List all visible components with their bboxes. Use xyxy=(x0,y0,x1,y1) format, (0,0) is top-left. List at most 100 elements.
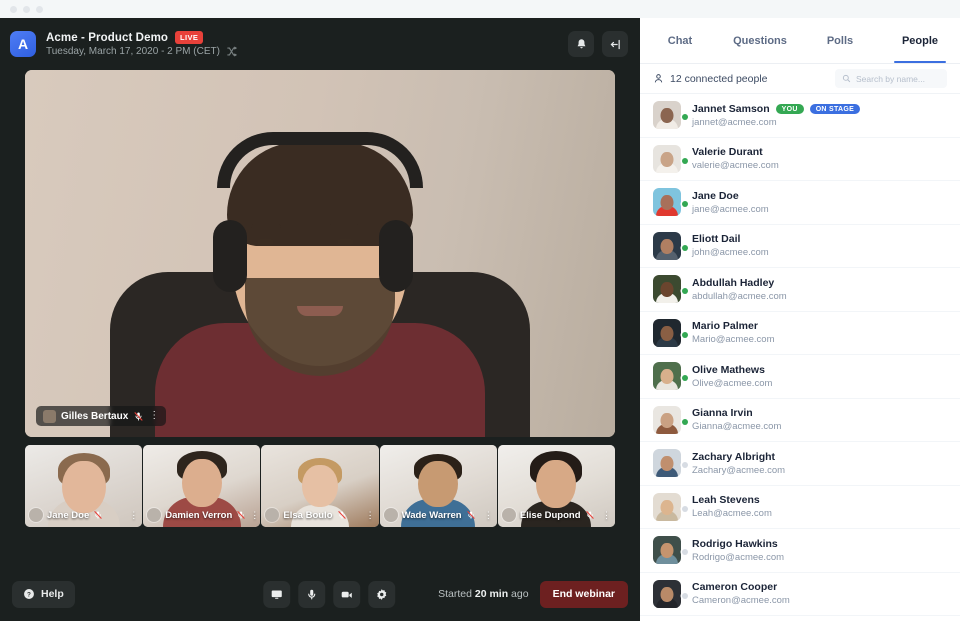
person-email: Olive@acmee.com xyxy=(692,377,773,389)
mic-muted-icon xyxy=(134,411,143,421)
search-input[interactable] xyxy=(856,73,940,84)
list-item[interactable]: Leah Stevens Leah@acmee.com xyxy=(640,486,960,529)
avatar xyxy=(653,492,688,521)
list-item[interactable]: Zachary Albright Zachary@acmee.com xyxy=(640,442,960,486)
list-item[interactable]: Rodrigo Hawkins Rodrigo@acmee.com xyxy=(640,529,960,573)
list-item[interactable]: Olive Mathews Olive@acmee.com xyxy=(640,355,960,399)
gear-icon xyxy=(377,588,387,600)
search-box[interactable] xyxy=(835,69,947,88)
tab-questions[interactable]: Questions xyxy=(720,18,800,63)
person-email: Mario@acmee.com xyxy=(692,334,775,346)
mic-muted-icon xyxy=(237,511,245,519)
app-logo: A xyxy=(10,31,36,57)
camera-button[interactable] xyxy=(333,580,361,608)
person-email: Gianna@acmee.com xyxy=(692,421,782,433)
kebab-menu-icon[interactable]: ⋮ xyxy=(149,411,159,421)
person-name-row: Abdullah Hadley xyxy=(692,277,947,289)
status-dot xyxy=(682,462,688,469)
participant-thumbnail[interactable]: Damien Verron ⋮ xyxy=(143,445,261,527)
list-item[interactable]: Cameron Cooper Cameron@acmee.com xyxy=(640,573,960,616)
list-item[interactable]: Valerie Durant valerie@acmee.com xyxy=(640,138,960,181)
avatar xyxy=(653,144,688,173)
person-email: Cameron@acmee.com xyxy=(692,595,790,607)
participant-name: Elsa Boulo xyxy=(283,509,333,521)
person-name-row: Valerie Durant xyxy=(692,146,947,158)
participant-thumbnail[interactable]: Elise Dupond ⋮ xyxy=(497,445,616,527)
collapse-panel-button[interactable] xyxy=(602,31,628,57)
list-item[interactable]: Gianna Irvin Gianna@acmee.com xyxy=(640,399,960,442)
main-video-tile[interactable]: Gilles Bertaux ⋮ xyxy=(25,70,615,437)
participant-name: Damien Verron xyxy=(165,509,233,521)
status-dot xyxy=(682,418,688,425)
list-item[interactable]: Mario Palmer Mario@acmee.com xyxy=(640,312,960,355)
people-list[interactable]: Jannet Samson YOU ON STAGE jannet@acmee.com… xyxy=(640,94,960,621)
person-name-row: Jane Doe xyxy=(692,190,947,202)
help-label: Help xyxy=(41,588,64,600)
person-name: Cameron Cooper xyxy=(692,581,778,594)
panel-tabs: Chat Questions Polls People xyxy=(640,18,960,64)
window-minimize-dot[interactable] xyxy=(23,5,30,13)
person-name-row: Olive Mathews xyxy=(692,364,947,376)
window-maximize-dot[interactable] xyxy=(36,5,43,13)
list-item[interactable]: Abdullah Hadley abdullah@acmee.com xyxy=(640,268,960,312)
status-dot xyxy=(682,549,688,556)
status-badge: ON STAGE xyxy=(809,103,861,114)
participant-thumbnail[interactable]: Wade Warren ⋮ xyxy=(379,445,497,527)
tab-polls[interactable]: Polls xyxy=(800,18,880,63)
mic-muted-icon xyxy=(94,511,102,519)
participant-name: Wade Warren xyxy=(401,509,462,521)
window-chrome xyxy=(0,0,960,18)
timer-value: 20 min xyxy=(474,588,509,600)
person-email: Rodrigo@acmee.com xyxy=(692,551,785,563)
person-info: Cameron Cooper Cameron@acmee.com xyxy=(692,581,947,606)
kebab-menu-icon[interactable]: ⋮ xyxy=(602,510,611,519)
kebab-menu-icon[interactable]: ⋮ xyxy=(366,510,375,519)
stage-header: A Acme - Product Demo LIVE Tuesday, Marc… xyxy=(0,18,640,70)
person-info: Mario Palmer Mario@acmee.com xyxy=(692,320,947,345)
app-body: A Acme - Product Demo LIVE Tuesday, Marc… xyxy=(0,18,960,621)
webinar-meta: Acme - Product Demo LIVE Tuesday, March … xyxy=(46,31,568,57)
tab-chat[interactable]: Chat xyxy=(640,18,720,63)
participant-name: Elise Dupond xyxy=(519,509,581,521)
stage-header-actions xyxy=(568,31,628,57)
person-name: Valerie Durant xyxy=(692,146,763,159)
person-name: Abdullah Hadley xyxy=(692,276,775,289)
list-item[interactable]: Jane Doe jane@acmee.com xyxy=(640,181,960,225)
status-dot xyxy=(682,157,688,164)
webinar-datetime: Tuesday, March 17, 2020 - 2 PM (CET) xyxy=(46,45,220,57)
notifications-button[interactable] xyxy=(568,31,594,57)
timer-suffix: ago xyxy=(508,588,529,600)
settings-button[interactable] xyxy=(368,580,396,608)
list-item[interactable]: Eliott Dail john@acmee.com xyxy=(640,225,960,268)
person-info: Jane Doe jane@acmee.com xyxy=(692,190,947,215)
bell-icon xyxy=(577,38,585,48)
kebab-menu-icon[interactable]: ⋮ xyxy=(250,510,259,519)
arrow-into-bracket-icon xyxy=(610,39,620,49)
help-button[interactable]: ? Help xyxy=(12,580,75,608)
status-dot xyxy=(682,375,688,382)
microphone-button[interactable] xyxy=(298,580,326,608)
window-close-dot[interactable] xyxy=(10,5,17,13)
person-name: Olive Mathews xyxy=(692,363,765,376)
kebab-menu-icon[interactable]: ⋮ xyxy=(484,510,493,519)
person-email: Leah@acmee.com xyxy=(692,508,772,520)
list-item[interactable]: Jannet Samson YOU ON STAGE jannet@acmee.com xyxy=(640,94,960,138)
connected-count-label: 12 connected people xyxy=(670,72,768,85)
shuffle-icon xyxy=(227,46,237,57)
person-info: Eliott Dail john@acmee.com xyxy=(692,233,947,258)
live-badge: LIVE xyxy=(175,31,204,44)
microphone-icon xyxy=(308,589,316,599)
participant-thumbnail[interactable]: Jane Doe ⋮ xyxy=(25,445,143,527)
person-name-row: Gianna Irvin xyxy=(692,407,947,419)
person-name-row: Mario Palmer xyxy=(692,320,947,332)
kebab-menu-icon[interactable]: ⋮ xyxy=(129,510,138,519)
avatar xyxy=(147,508,162,522)
mic-muted-icon xyxy=(585,511,594,519)
participant-thumbnail[interactable]: Elsa Boulo ⋮ xyxy=(261,445,379,527)
avatar xyxy=(653,405,688,434)
person-name-row: Eliott Dail xyxy=(692,233,947,245)
end-webinar-button[interactable]: End webinar xyxy=(539,580,628,608)
avatar xyxy=(265,508,280,522)
screen-share-button[interactable] xyxy=(263,580,291,608)
tab-people[interactable]: People xyxy=(880,18,960,63)
